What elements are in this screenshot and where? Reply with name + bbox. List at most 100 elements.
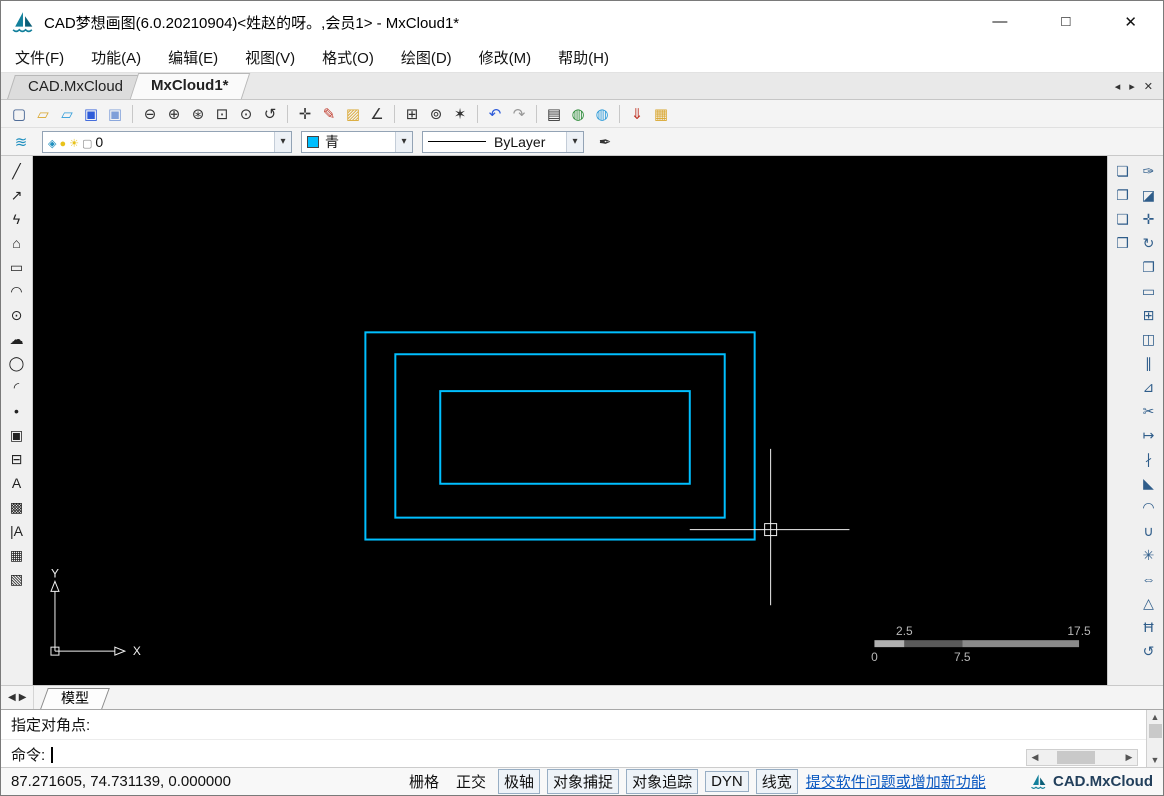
mtext-icon[interactable]: A [5, 472, 29, 494]
feedback-link[interactable]: 提交软件问题或增加新功能 [806, 771, 986, 792]
chevron-down-icon[interactable]: ▾ [566, 131, 583, 152]
table-icon[interactable]: ▦ [5, 544, 29, 566]
construction-line-icon[interactable]: ↗ [5, 184, 29, 206]
paste-block-icon[interactable]: ❒ [1111, 232, 1135, 254]
mirror-icon[interactable]: ◫ [1137, 328, 1161, 350]
find-icon[interactable]: ⊚ [425, 103, 447, 125]
measure-icon[interactable]: ∠ [366, 103, 388, 125]
join-icon[interactable]: ∪ [1137, 520, 1161, 542]
command-horizontal-scrollbar[interactable]: ◀ ▶ [1026, 749, 1138, 766]
rect-outer[interactable] [364, 331, 756, 541]
chevron-down-icon[interactable]: ▾ [395, 131, 412, 152]
copy-clip-icon[interactable]: ❐ [1111, 184, 1135, 206]
rotate-icon[interactable]: ↻ [1137, 232, 1161, 254]
model-tab-next-icon[interactable]: ▶ [19, 692, 27, 703]
document-tab-active[interactable]: MxCloud1* [129, 73, 250, 99]
redo-icon[interactable]: ↷ [508, 103, 530, 125]
hatch-icon[interactable]: ▩ [5, 496, 29, 518]
model-tab[interactable]: 模型 [40, 688, 111, 709]
vertical-scroll-thumb[interactable] [1148, 724, 1162, 738]
menu-file[interactable]: 文件(F) [15, 47, 64, 68]
scroll-left-icon[interactable]: ◀ [1027, 752, 1043, 763]
chamfer-icon[interactable]: ◣ [1137, 472, 1161, 494]
toggle-lineweight[interactable]: 线宽 [755, 769, 798, 794]
command-input-line[interactable]: 命令: ◀ ▶ [1, 740, 1146, 769]
scale-icon[interactable]: ⊿ [1137, 376, 1161, 398]
chevron-down-icon[interactable]: ▾ [274, 131, 291, 152]
toggle-dyn[interactable]: DYN [705, 771, 749, 792]
toggle-osnap[interactable]: 对象捕捉 [547, 769, 620, 794]
stretch-icon[interactable]: ▭ [1137, 280, 1161, 302]
redline-markup-icon[interactable]: ✎ [318, 103, 340, 125]
toggle-grid[interactable]: 栅格 [404, 770, 444, 793]
menu-view[interactable]: 视图(V) [245, 47, 295, 68]
ellipse-icon[interactable]: ◯ [5, 352, 29, 374]
lengthen-icon[interactable]: ⇔ [1137, 568, 1161, 590]
drawing-canvas[interactable]: Y X 0 2.5 7.5 17.5 [33, 156, 1107, 685]
polyline-edit-icon[interactable]: △ [1137, 592, 1161, 614]
layer-select[interactable]: ◈ ● ☀ ▢ 0 ▾ [42, 130, 292, 153]
menu-format[interactable]: 格式(O) [322, 47, 374, 68]
offset-icon[interactable]: ∥ [1137, 352, 1161, 374]
explode-icon[interactable]: ✳ [1137, 544, 1161, 566]
hatch-tool-icon[interactable]: ▨ [342, 103, 364, 125]
open-file-icon[interactable]: ▱ [32, 103, 54, 125]
array-icon[interactable]: ⊞ [1137, 304, 1161, 326]
print-icon[interactable]: ▤ [543, 103, 565, 125]
line-icon[interactable]: ╱ [5, 160, 29, 182]
undo-mark-icon[interactable]: ↺ [1137, 640, 1161, 662]
zoom-in-icon[interactable]: ⊕ [163, 103, 185, 125]
fillet-icon[interactable]: ◠ [1137, 496, 1161, 518]
minimize-button[interactable]: — [992, 13, 1007, 31]
menu-help[interactable]: 帮助(H) [558, 47, 609, 68]
pan-icon[interactable]: ✛ [294, 103, 316, 125]
rect-inner[interactable] [439, 390, 691, 485]
polyline-icon[interactable]: ϟ [5, 208, 29, 230]
point-icon[interactable]: • [5, 400, 29, 422]
zoom-dynamic-icon[interactable]: ⊙ [235, 103, 257, 125]
single-line-text-icon[interactable]: |A [5, 520, 29, 542]
layer-manager-icon[interactable]: ≋ [10, 131, 32, 153]
purge-icon[interactable]: ✶ [449, 103, 471, 125]
revision-cloud-icon[interactable]: ☁ [5, 328, 29, 350]
region-icon[interactable]: ▧ [5, 568, 29, 590]
scroll-up-icon[interactable]: ▲ [1151, 712, 1160, 722]
toggle-otrack[interactable]: 对象追踪 [626, 769, 699, 794]
zoom-out-icon[interactable]: ⊖ [139, 103, 161, 125]
command-vertical-scrollbar[interactable]: ▲ ▼ [1146, 710, 1163, 767]
zoom-window-icon[interactable]: ⊡ [211, 103, 233, 125]
zoom-extents-icon[interactable]: ⊛ [187, 103, 209, 125]
toggle-ortho[interactable]: 正交 [451, 770, 491, 793]
polygon-icon[interactable]: ⌂ [5, 232, 29, 254]
color-select[interactable]: 青 ▾ [301, 130, 413, 153]
export-pdf-icon[interactable]: ⇓ [626, 103, 648, 125]
model-tab-prev-icon[interactable]: ◀ [8, 692, 16, 703]
menu-edit[interactable]: 编辑(E) [168, 47, 218, 68]
web-home-icon[interactable]: ◍ [567, 103, 589, 125]
match-properties-icon[interactable]: ✒ [594, 131, 616, 153]
cut-clip-icon[interactable]: ❏ [1111, 160, 1135, 182]
tab-close-icon[interactable]: ✕ [1144, 80, 1153, 93]
new-file-icon[interactable]: ▢ [8, 103, 30, 125]
break-icon[interactable]: ∤ [1137, 448, 1161, 470]
save-icon[interactable]: ▣ [80, 103, 102, 125]
toggle-polar[interactable]: 极轴 [498, 769, 541, 794]
open-cloud-file-icon[interactable]: ▱ [56, 103, 78, 125]
menu-draw[interactable]: 绘图(D) [401, 47, 452, 68]
tab-scroll-left-icon[interactable]: ◂ [1115, 80, 1121, 93]
save-as-icon[interactable]: ▣ [104, 103, 126, 125]
linetype-select[interactable]: ByLayer ▾ [422, 130, 584, 153]
multiline-edit-icon[interactable]: Ħ [1137, 616, 1161, 638]
erase-icon[interactable]: ◪ [1137, 184, 1161, 206]
web-cloud-icon[interactable]: ◍ [591, 103, 613, 125]
insert-block-icon[interactable]: ⊟ [5, 448, 29, 470]
select-window-icon[interactable]: ⊞ [401, 103, 423, 125]
trim-icon[interactable]: ✂ [1137, 400, 1161, 422]
rectangle-icon[interactable]: ▭ [5, 256, 29, 278]
match-properties-icon[interactable]: ✑ [1137, 160, 1161, 182]
horizontal-scroll-thumb[interactable] [1057, 751, 1095, 764]
extend-icon[interactable]: ↦ [1137, 424, 1161, 446]
copy-icon[interactable]: ❐ [1137, 256, 1161, 278]
ellipse-arc-icon[interactable]: ◜ [5, 376, 29, 398]
zoom-previous-icon[interactable]: ↺ [259, 103, 281, 125]
